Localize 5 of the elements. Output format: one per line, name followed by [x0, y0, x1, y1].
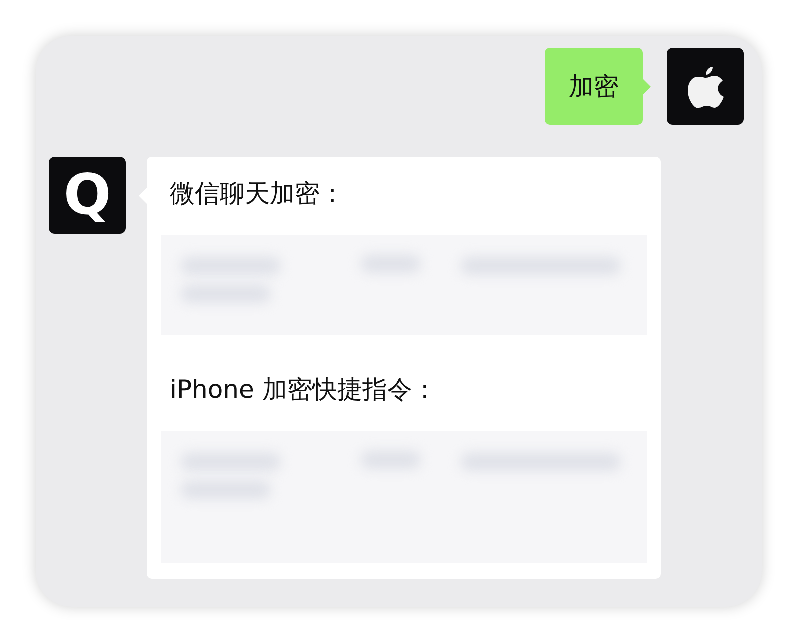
apple-icon — [686, 64, 724, 108]
section-heading: iPhone 加密快捷指令： — [170, 374, 438, 406]
bubble-tail — [643, 79, 651, 95]
section-heading: 微信聊天加密： — [170, 178, 345, 210]
logo-letter: Q — [64, 168, 112, 224]
